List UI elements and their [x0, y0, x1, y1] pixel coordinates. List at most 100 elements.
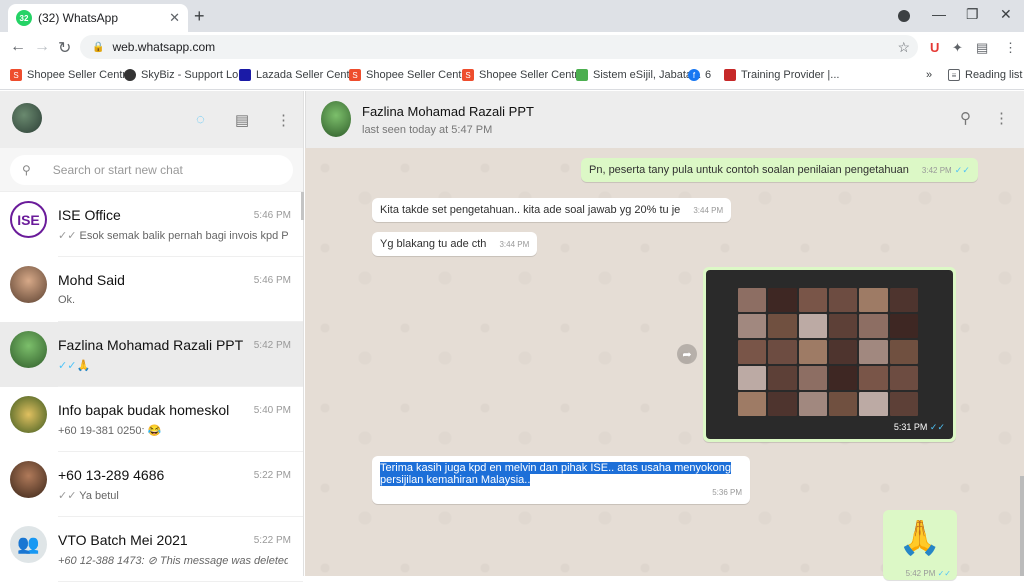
chat-preview: ✓✓🙏 — [58, 360, 91, 372]
tab-strip: 32 (32) WhatsApp ✕ + — ❐ ✕ — [0, 0, 1024, 32]
chat-preview: +60 19-381 0250: 😂 — [58, 425, 162, 437]
chat-name: ISE Office — [58, 207, 121, 223]
new-tab-button[interactable]: + — [194, 6, 205, 27]
bookmark-item[interactable]: f 6 — [688, 69, 711, 81]
conversation-panel: Fazlina Mohamad Razali PPT last seen tod… — [305, 91, 1024, 580]
forward-icon[interactable]: ➦ — [677, 344, 697, 364]
chat-item-vto-batch[interactable]: 👥 VTO Batch Mei 2021 5:22 PM +60 12-388 … — [0, 517, 303, 582]
whatsapp-app: ◌ ▤ ⋮ ⚲ Search or start new chat ISE ISE… — [0, 91, 1024, 582]
video-tile — [889, 314, 918, 338]
message-outgoing-emoji[interactable]: 🙏 5:42 PM ✓✓ — [883, 510, 957, 580]
maximize-button[interactable]: ❐ — [966, 6, 979, 23]
back-icon[interactable]: ← — [10, 38, 26, 56]
reload-icon[interactable]: ↻ — [58, 38, 71, 58]
chat-time: 5:42 PM — [253, 340, 291, 351]
bookmark-item[interactable]: Sistem eSijil, Jabata... — [576, 69, 701, 81]
bookmark-item[interactable]: S Shopee Seller Centre — [10, 69, 132, 81]
avatar — [10, 461, 47, 498]
more-bookmarks-icon[interactable]: » — [926, 69, 932, 81]
video-tile — [738, 314, 767, 338]
sidebar-scrollbar[interactable] — [301, 192, 304, 220]
double-tick-icon: ✓✓ — [58, 230, 77, 242]
chrome-menu-icon[interactable]: ⋮ — [1004, 40, 1017, 56]
account-icon[interactable] — [898, 10, 910, 22]
chat-preview: ✓✓ Esok semak balik pernah bagi invois k… — [58, 230, 288, 242]
message-area[interactable]: Pn, peserta tany pula untuk contoh soala… — [305, 148, 1024, 580]
new-chat-icon[interactable]: ▤ — [235, 111, 249, 129]
video-tile — [859, 366, 888, 390]
message-incoming[interactable]: Terima kasih juga kpd en melvin dan piha… — [372, 456, 750, 504]
message-text: Pn, peserta tany pula untuk contoh soala… — [589, 164, 909, 176]
conversation-scrollbar[interactable] — [1020, 476, 1024, 576]
bookmark-item[interactable]: Training Provider |... — [724, 69, 839, 81]
video-tile — [738, 340, 767, 364]
bookmark-item[interactable]: S Shopee Seller Centre — [462, 69, 584, 81]
whatsapp-favicon-icon: 32 — [16, 10, 32, 26]
lazada-icon — [239, 69, 251, 81]
minimize-button[interactable]: — — [932, 6, 946, 22]
bookmark-star-icon[interactable]: ☆ — [897, 39, 910, 56]
chat-item-ise-office[interactable]: ISE ISE Office 5:46 PM ✓✓ Esok semak bal… — [0, 192, 303, 257]
browser-toolbar: ← → ↻ 🔒 web.whatsapp.com ☆ U ✦ ▤ ⋮ — [0, 32, 1024, 62]
menu-icon[interactable]: ⋮ — [994, 109, 1009, 127]
my-avatar[interactable] — [12, 103, 42, 133]
chat-item-mohd-said[interactable]: Mohd Said 5:46 PM Ok. — [0, 257, 303, 322]
chat-sidebar: ◌ ▤ ⋮ ⚲ Search or start new chat ISE ISE… — [0, 91, 304, 582]
chat-preview: ✓✓ Ya betul — [58, 490, 119, 502]
status-icon[interactable]: ◌ — [196, 111, 205, 128]
chat-time: 5:22 PM — [253, 470, 291, 481]
search-input[interactable]: ⚲ Search or start new chat — [10, 155, 293, 185]
sidebar-header: ◌ ▤ ⋮ — [0, 91, 303, 148]
address-bar[interactable]: 🔒 web.whatsapp.com ☆ — [80, 35, 918, 59]
training-provider-icon — [724, 69, 736, 81]
profile-icon[interactable]: ▤ — [976, 40, 988, 56]
message-text: Terima kasih juga kpd en melvin dan piha… — [380, 462, 731, 474]
reading-list-button[interactable]: ≡ Reading list — [948, 69, 1022, 81]
video-tile — [829, 392, 858, 416]
video-tile — [768, 366, 797, 390]
chat-name: +60 13-289 4686 — [58, 467, 165, 483]
video-tile — [829, 366, 858, 390]
forward-icon[interactable]: → — [34, 38, 50, 56]
conversation-header[interactable]: Fazlina Mohamad Razali PPT last seen tod… — [305, 91, 1024, 148]
esijil-icon — [576, 69, 588, 81]
search-icon[interactable]: ⚲ — [960, 109, 971, 127]
message-incoming[interactable]: Yg blakang tu ade cth 3:44 PM — [372, 232, 538, 256]
chat-item-info-bapak[interactable]: Info bapak budak homeskol 5:40 PM +60 19… — [0, 387, 303, 452]
message-time: 5:31 PM ✓✓ — [893, 422, 945, 432]
chat-item-phone-4686[interactable]: +60 13-289 4686 5:22 PM ✓✓ Ya betul — [0, 452, 303, 517]
menu-icon[interactable]: ⋮ — [276, 111, 291, 129]
extensions-puzzle-icon[interactable]: ✦ — [952, 40, 963, 56]
bookmark-item[interactable]: SkyBiz - Support Lo... — [124, 69, 247, 81]
bookmark-item[interactable]: Lazada Seller Center — [239, 69, 359, 81]
message-outgoing[interactable]: Pn, peserta tany pula untuk contoh soala… — [581, 158, 978, 182]
video-tile — [829, 314, 858, 338]
video-tile — [768, 288, 797, 312]
close-window-button[interactable]: ✕ — [1000, 6, 1012, 23]
video-tile — [889, 288, 918, 312]
search-icon: ⚲ — [22, 163, 31, 177]
video-tile — [738, 392, 767, 416]
browser-tab[interactable]: 32 (32) WhatsApp ✕ — [8, 4, 188, 32]
extension-u-icon[interactable]: U — [930, 40, 939, 55]
reading-list-icon: ≡ — [948, 69, 960, 81]
video-tile — [738, 366, 767, 390]
contact-avatar[interactable] — [321, 101, 351, 137]
close-tab-icon[interactable]: ✕ — [169, 10, 180, 26]
url-text: web.whatsapp.com — [112, 40, 216, 54]
chat-item-fazlina[interactable]: Fazlina Mohamad Razali PPT 5:42 PM ✓✓🙏 — [0, 322, 303, 387]
search-bar: ⚲ Search or start new chat — [0, 148, 303, 192]
chat-list: ISE ISE Office 5:46 PM ✓✓ Esok semak bal… — [0, 192, 303, 582]
video-tile — [738, 288, 767, 312]
video-tile — [768, 340, 797, 364]
video-tile — [768, 314, 797, 338]
video-tile — [889, 392, 918, 416]
message-incoming[interactable]: Kita takde set pengetahuan.. kita ade so… — [372, 198, 732, 222]
search-placeholder: Search or start new chat — [52, 163, 183, 177]
bookmark-item[interactable]: S Shopee Seller Centre — [349, 69, 471, 81]
video-tile — [859, 288, 888, 312]
chat-name: Mohd Said — [58, 272, 125, 288]
video-grid — [738, 288, 918, 416]
message-photo[interactable]: 5:31 PM ✓✓ — [703, 267, 956, 442]
zoom-screenshot-image[interactable]: 5:31 PM ✓✓ — [706, 270, 953, 439]
